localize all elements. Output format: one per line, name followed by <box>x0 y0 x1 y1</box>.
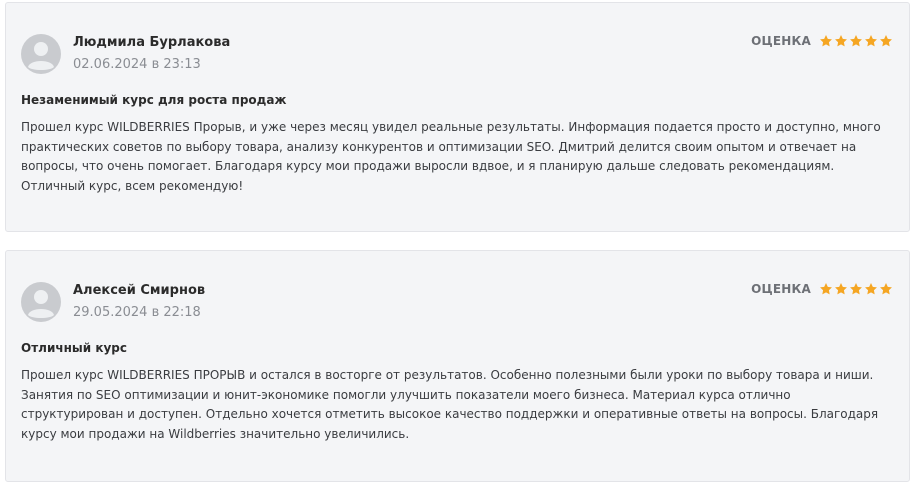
star-icon <box>835 35 847 47</box>
star-icon <box>820 35 832 47</box>
star-icon <box>880 35 892 47</box>
rating-label: ОЦЕНКА <box>751 282 811 296</box>
rating-label: ОЦЕНКА <box>751 34 811 48</box>
review-rating: ОЦЕНКА <box>751 282 893 296</box>
star-icon <box>880 283 892 295</box>
review-author: Людмила Бурлакова <box>73 35 231 50</box>
review-date: 29.05.2024 в 22:18 <box>73 305 201 320</box>
star-icon <box>865 35 877 47</box>
review-title: Отличный курс <box>21 341 127 355</box>
star-icon <box>850 35 862 47</box>
review-title: Незаменимый курс для роста продаж <box>21 93 287 107</box>
review-text: Прошел курс WILDBERRIES ПРОРЫВ и остался… <box>21 368 879 441</box>
review-card: Алексей Смирнов 29.05.2024 в 22:18 ОЦЕНК… <box>5 250 910 482</box>
review-text: Прошел курс WILDBERRIES Прорыв, и уже че… <box>21 120 881 193</box>
user-avatar-icon <box>21 34 61 74</box>
rating-stars <box>819 282 893 296</box>
user-avatar-icon <box>21 282 61 322</box>
rating-stars <box>819 34 893 48</box>
review-rating: ОЦЕНКА <box>751 34 893 48</box>
star-icon <box>850 283 862 295</box>
star-icon <box>835 283 847 295</box>
review-author: Алексей Смирнов <box>73 283 206 298</box>
review-card: Людмила Бурлакова 02.06.2024 в 23:13 ОЦЕ… <box>5 2 910 232</box>
review-date: 02.06.2024 в 23:13 <box>73 57 201 72</box>
star-icon <box>865 283 877 295</box>
star-icon <box>820 283 832 295</box>
